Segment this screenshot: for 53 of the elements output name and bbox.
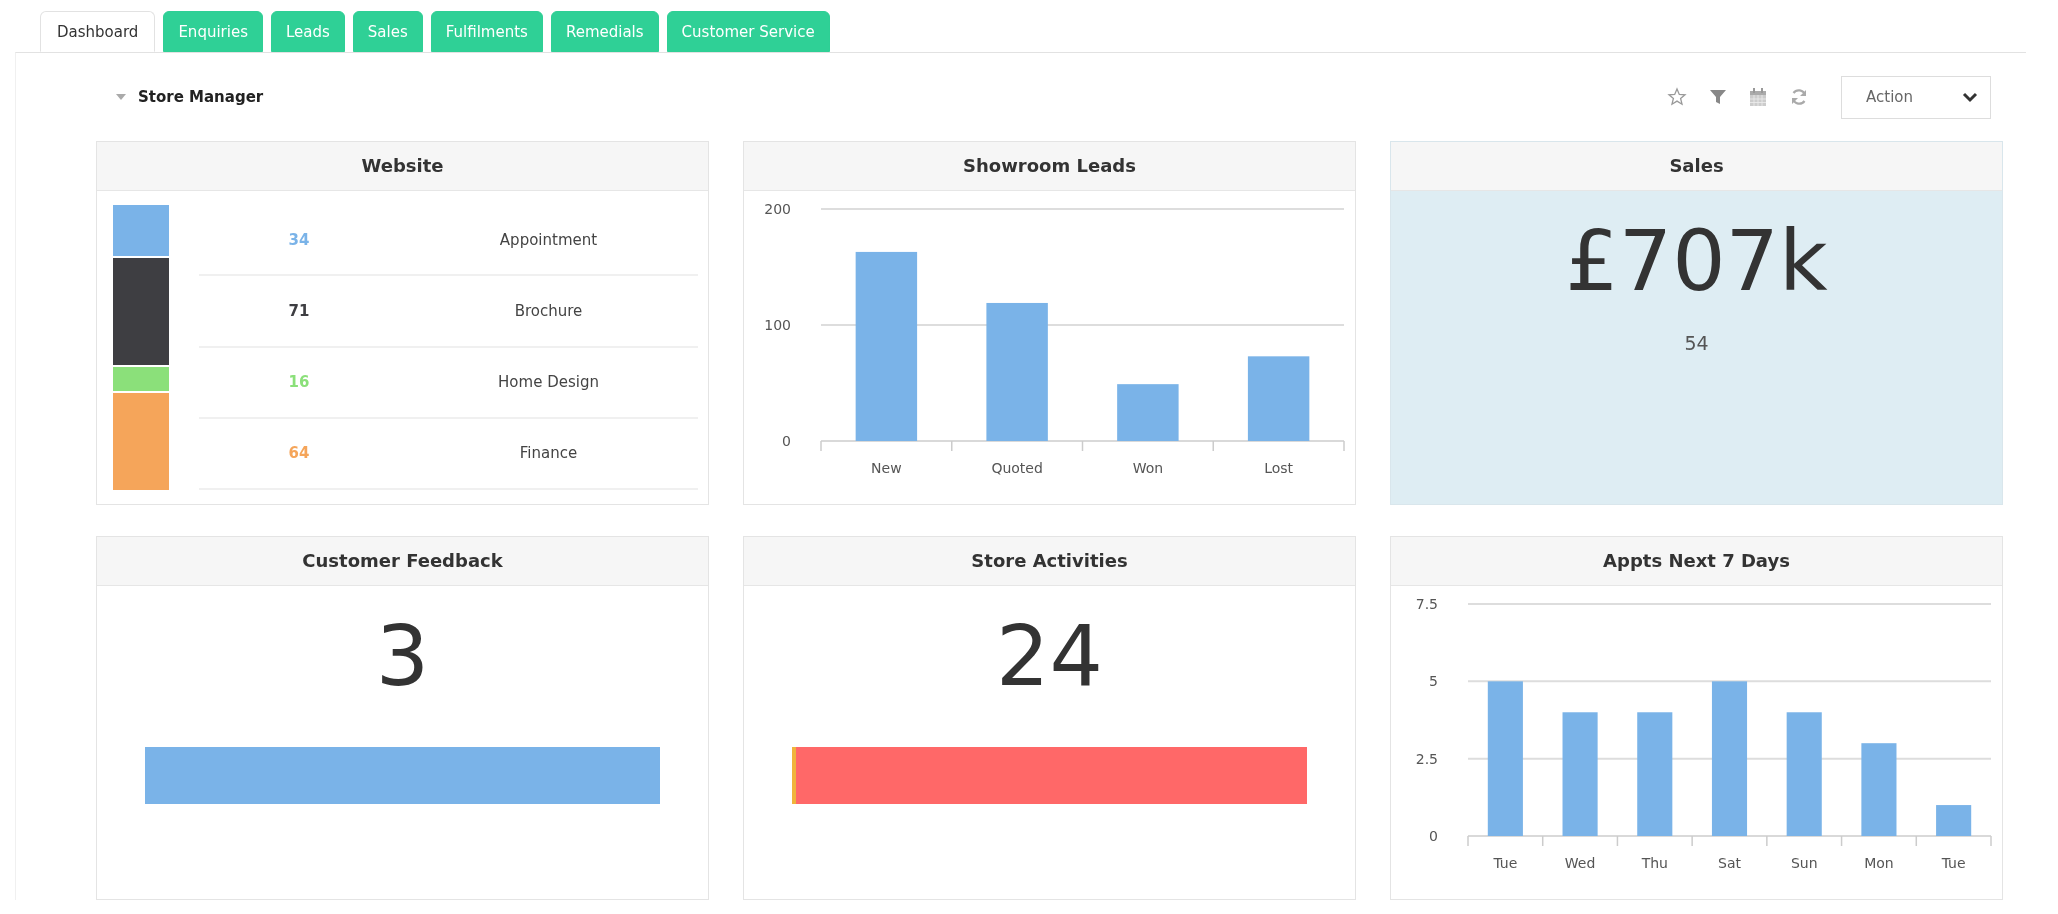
panel-title: Customer Feedback: [97, 537, 708, 586]
axis-label: 5: [1429, 673, 1438, 690]
panel-title: Showroom Leads: [744, 142, 1355, 191]
tab[interactable]: Customer Service: [666, 11, 830, 52]
category-label: Appointment: [498, 230, 599, 249]
tab[interactable]: Enquiries: [163, 11, 263, 52]
axis-label: Quoted: [991, 460, 1043, 476]
bar: [1936, 805, 1972, 836]
category-label: Finance: [518, 444, 579, 463]
count-value: 64: [287, 444, 311, 463]
axis-label: 100: [764, 317, 791, 333]
axis-label: Thu: [1641, 855, 1668, 871]
axis-label: 2.5: [1415, 750, 1438, 767]
action-dropdown[interactable]: Action: [1841, 75, 1991, 119]
axis-label: Tue: [1941, 855, 1966, 871]
section-title: Store Manager: [138, 88, 264, 106]
panel-title: Website: [97, 142, 708, 191]
count-value: 71: [287, 301, 311, 320]
panel-title: Sales: [1391, 142, 2002, 191]
axis-label: New: [871, 460, 902, 476]
category-label: Home Design: [497, 373, 600, 392]
count-value: 34: [287, 230, 311, 249]
calendar-icon[interactable]: [1749, 87, 1767, 107]
panel-title: Appts Next 7 Days: [1391, 537, 2002, 586]
axis-label: 0: [1429, 828, 1438, 844]
kpi-value: 3: [375, 606, 430, 707]
chevron-down-icon: [1962, 91, 1978, 103]
refresh-icon[interactable]: [1789, 87, 1809, 107]
bar: [1117, 384, 1179, 441]
axis-label: 7.5: [1415, 596, 1438, 612]
count-value: 16: [287, 373, 311, 392]
kpi-value: £707k: [1565, 211, 1828, 312]
axis-label: Lost: [1264, 460, 1294, 476]
axis-label: Mon: [1864, 855, 1894, 871]
star-icon[interactable]: [1667, 87, 1687, 107]
tab[interactable]: Dashboard: [40, 11, 156, 52]
axis-label: 200: [764, 201, 791, 217]
axis-label: Sun: [1790, 855, 1818, 871]
filter-icon[interactable]: [1709, 87, 1727, 107]
axis-label: Wed: [1564, 855, 1596, 871]
tab[interactable]: Fulfilments: [430, 11, 543, 52]
kpi-value: 24: [996, 606, 1103, 707]
collapse-icon[interactable]: [116, 94, 126, 100]
tab[interactable]: Leads: [270, 11, 345, 52]
kpi-count: 54: [1684, 331, 1709, 354]
category-label: Brochure: [513, 301, 584, 320]
axis-label: Tue: [1493, 855, 1518, 871]
tab[interactable]: Remedials: [550, 11, 659, 52]
axis-label: Sat: [1718, 855, 1741, 871]
tab[interactable]: Sales: [352, 11, 423, 52]
axis-label: Won: [1132, 460, 1164, 476]
panel-title: Store Activities: [744, 537, 1355, 586]
axis-label: 0: [782, 433, 791, 449]
